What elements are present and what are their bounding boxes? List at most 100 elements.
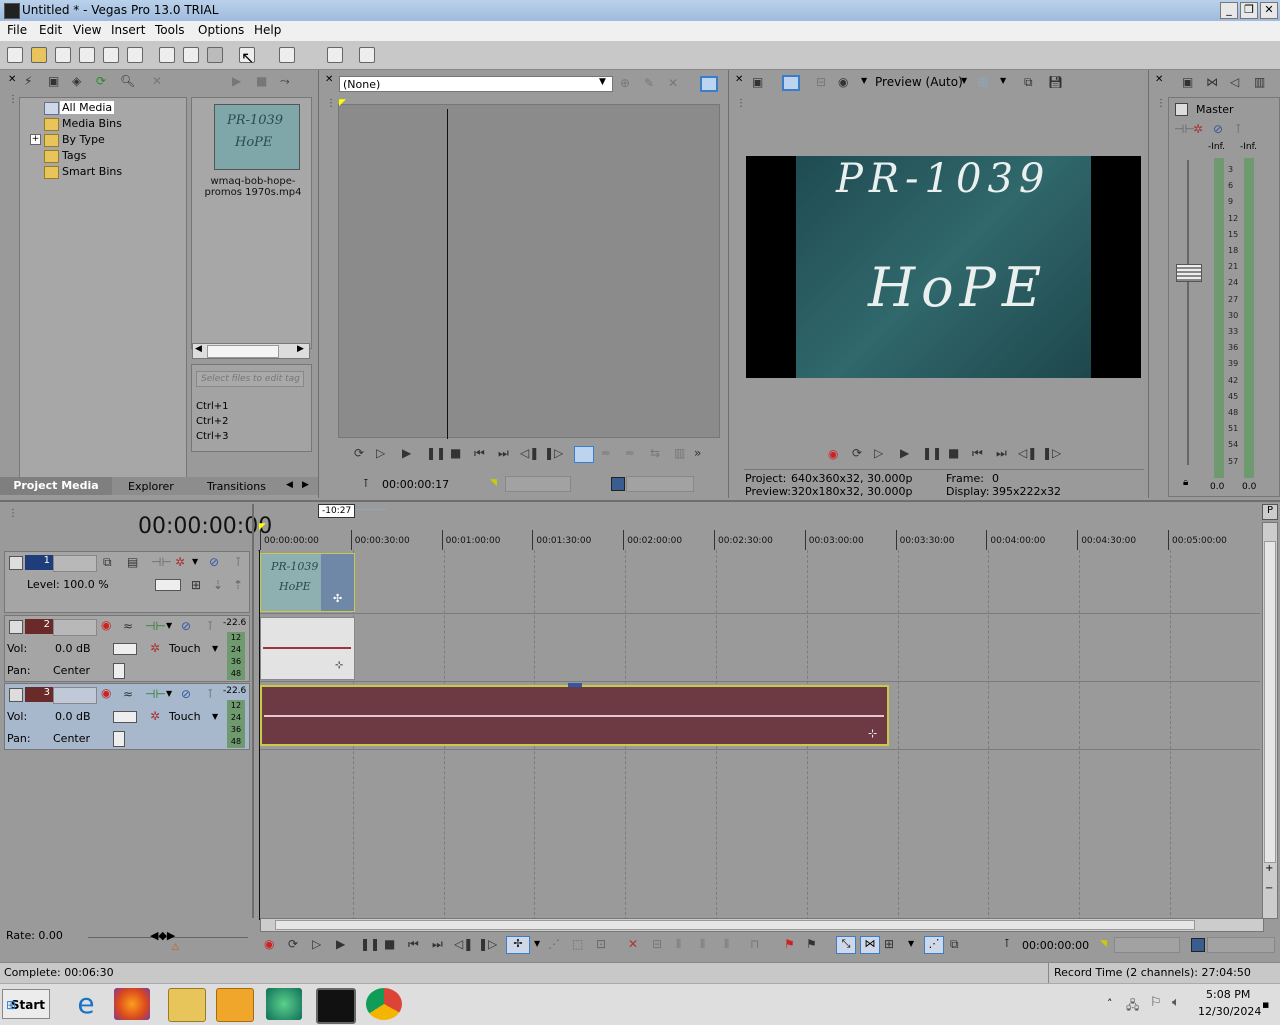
invert-phase-icon[interactable]: ≈	[123, 687, 133, 701]
next-frame-icon[interactable]: ❚▷	[544, 446, 563, 460]
solo-icon[interactable]: ⊺	[207, 619, 213, 633]
master-fader-thumb[interactable]	[1176, 264, 1202, 282]
file-explorer-icon[interactable]	[168, 988, 206, 1022]
chevron-down-icon[interactable]: ▼	[861, 76, 867, 85]
chevron-down-icon[interactable]: ▼	[212, 644, 218, 653]
mixer-layout-icon[interactable]: ▥	[1254, 75, 1265, 89]
go-to-start-icon[interactable]: ⏮	[474, 446, 485, 461]
panel-grip[interactable]: ⋮	[8, 95, 18, 476]
menu-insert[interactable]: Insert	[111, 23, 145, 37]
trim-end-icon[interactable]: ═	[626, 446, 633, 460]
new-file-icon[interactable]	[7, 47, 23, 63]
trim-icon[interactable]: ⊟	[652, 937, 662, 951]
arm-record-icon[interactable]: ◉	[101, 686, 111, 700]
track-header-3[interactable]: 3 ◉ ≈ ⊣⊢ ▼ ⊘ ⊺ -22.6 Vol: 0.0 dB ✲ Touch…	[4, 683, 250, 750]
auto-ripple-icon[interactable]: P	[1262, 504, 1278, 520]
save-icon[interactable]	[55, 47, 71, 63]
tab-scroll-right-icon[interactable]: ▶	[302, 480, 309, 490]
clear-icon[interactable]: ✕	[668, 76, 678, 90]
play-from-start-icon[interactable]: ▷	[312, 937, 321, 951]
timeline-horizontal-scrollbar[interactable]	[260, 918, 1264, 932]
stop-icon[interactable]: ■	[384, 937, 395, 951]
track-name-field[interactable]	[53, 555, 97, 572]
get-media-icon[interactable]: ◈	[72, 74, 81, 88]
insert-fx-icon[interactable]: ⊣⊢	[1174, 122, 1195, 136]
trimmer-dropdown[interactable]: (None)	[339, 76, 613, 92]
video-monitor-icon[interactable]	[700, 76, 718, 92]
chevron-down-icon[interactable]: ▼	[534, 939, 540, 948]
previous-frame-icon[interactable]: ◁❚	[520, 446, 539, 460]
event-fx-icon[interactable]: ⊹	[868, 727, 877, 740]
preview-quality-icon[interactable]: ◉	[838, 75, 848, 89]
track-header-1[interactable]: 1 ⧉ ▤ ⊣⊢ ✲ ▼ ⊘ ⊺ Level: 100.0 % ⊞ ⇣ ⇡	[4, 551, 250, 613]
bypass-icon[interactable]: ⊣⊢	[145, 687, 166, 701]
scrollbar-thumb[interactable]	[275, 920, 1195, 930]
envelope-tool-icon[interactable]: ⋰	[548, 937, 560, 951]
solo-icon[interactable]: ⊺	[207, 687, 213, 701]
fx-icon[interactable]: ✲	[1193, 122, 1203, 136]
loop-icon[interactable]: ⟳	[288, 937, 298, 951]
overwrite-icon[interactable]: ✎	[644, 76, 654, 90]
previous-frame-icon[interactable]: ◁❚	[454, 937, 473, 951]
make-child-icon[interactable]: ⇣	[213, 578, 223, 592]
open-folder-icon[interactable]	[31, 47, 47, 63]
pause-icon[interactable]: ❚❚	[426, 446, 446, 460]
loop-icon[interactable]: ⟳	[354, 446, 364, 460]
trimmer-selection-field[interactable]	[505, 476, 571, 492]
track-expand-icon[interactable]	[9, 688, 23, 702]
media-filename[interactable]: wmaq-bob-hope-promos 1970s.mp4	[194, 176, 312, 198]
lock-envelopes-icon[interactable]: ⋰	[924, 936, 944, 954]
clock-date[interactable]: 12/30/2024	[1198, 1005, 1261, 1018]
play-icon[interactable]: ▶	[402, 446, 411, 460]
go-to-end-icon[interactable]: ⏭	[432, 937, 443, 952]
scroll-right-icon[interactable]: ▶	[297, 344, 304, 354]
cut-icon[interactable]	[159, 47, 175, 63]
split-screen-icon[interactable]: ⊟	[816, 75, 826, 89]
clock-time[interactable]: 5:08 PM	[1206, 988, 1250, 1001]
external-monitor-icon[interactable]	[782, 75, 800, 91]
delete-icon[interactable]: ✕	[152, 74, 162, 88]
vegas-taskbar-icon[interactable]	[316, 988, 356, 1024]
save-as-icon[interactable]	[79, 47, 95, 63]
go-to-end-icon[interactable]: ⏭	[498, 446, 509, 461]
tab-scroll-left-icon[interactable]: ◀	[286, 480, 293, 490]
pan-slider[interactable]	[113, 731, 125, 747]
chevron-down-icon[interactable]: ▼	[908, 939, 914, 948]
selection-tool-icon[interactable]: ⬚	[572, 937, 583, 951]
firefox-icon[interactable]	[114, 988, 150, 1020]
motion-icon[interactable]: ▤	[127, 555, 138, 569]
app-icon[interactable]	[266, 988, 302, 1020]
dim-output-icon[interactable]: ◁	[1230, 75, 1239, 89]
event-fx-icon[interactable]: ✣	[333, 592, 342, 605]
close-button[interactable]: ✕	[1260, 2, 1278, 19]
preview-mode-dropdown[interactable]: Preview (Auto)	[875, 75, 963, 89]
selection-length-field[interactable]	[1207, 937, 1275, 953]
zoom-tool-icon[interactable]: ⊡	[596, 937, 606, 951]
event-fx-icon[interactable]: ⊹	[335, 660, 343, 671]
preview-properties-icon[interactable]: ▣	[752, 75, 763, 89]
scroll-left-icon[interactable]: ◀	[195, 344, 202, 354]
trimmer-length-field[interactable]	[626, 476, 694, 492]
refresh-icon[interactable]: ⟳	[96, 74, 106, 88]
play-icon[interactable]: ▶	[336, 937, 345, 951]
auto-crossfade-icon[interactable]: ⋈	[860, 936, 880, 954]
next-frame-icon[interactable]: ❚▷	[1042, 446, 1061, 460]
panel-close-icon[interactable]: ✕	[325, 74, 333, 85]
panel-grip[interactable]: ⋮	[326, 99, 336, 109]
menu-tools[interactable]: Tools	[155, 23, 185, 37]
go-to-end-icon[interactable]: ⏭	[996, 446, 1007, 461]
stop-icon[interactable]: ■	[256, 74, 267, 88]
play-from-start-icon[interactable]: ▷	[376, 446, 385, 460]
internet-explorer-icon[interactable]: e	[68, 988, 104, 1020]
expand-icon[interactable]: +	[30, 134, 41, 145]
timeline-ruler[interactable]: ◤ 00:00:00:00 00:00:30:00 00:01:00:00 00:01…	[258, 522, 1260, 551]
delete-icon[interactable]: ✕	[628, 937, 638, 951]
help-cursor-icon[interactable]	[359, 47, 375, 63]
track-header-2[interactable]: 2 ◉ ≈ ⊣⊢ ▼ ⊘ ⊺ -22.6 Vol: 0.0 dB ✲ Touch…	[4, 615, 250, 682]
chevron-up-icon[interactable]: ˄	[1107, 997, 1113, 1010]
mute-icon[interactable]: ⊘	[209, 555, 219, 569]
pause-icon[interactable]: ❚❚	[922, 446, 942, 460]
chevron-down-icon[interactable]: ▼	[192, 557, 198, 566]
tab-explorer[interactable]: Explorer	[128, 480, 174, 493]
chevron-down-icon[interactable]: ▼	[1000, 76, 1006, 85]
